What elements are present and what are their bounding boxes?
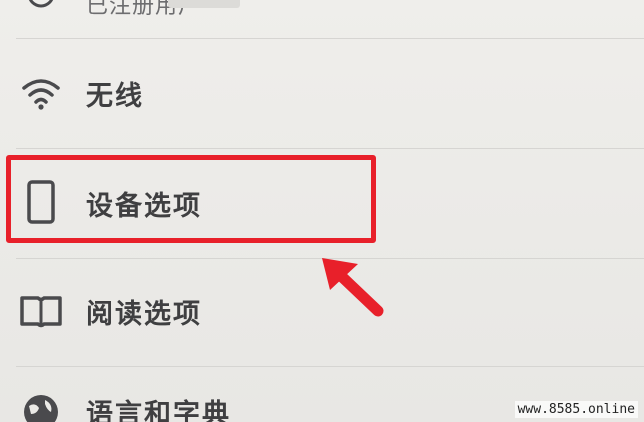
divider	[16, 38, 644, 39]
book-icon	[18, 291, 64, 331]
blurred-username	[168, 0, 240, 8]
divider	[16, 366, 644, 367]
settings-screen: 已注册用户 无线 设备选项 阅读选项 语言和字典 www.8585.online	[0, 0, 644, 422]
divider	[16, 148, 644, 149]
settings-item-label: 无线	[86, 81, 144, 112]
watermark-text: www.8585.online	[514, 401, 638, 418]
red-arrow-icon	[318, 256, 384, 322]
user-icon	[18, 0, 64, 22]
wifi-icon	[18, 73, 64, 113]
globe-icon	[18, 392, 64, 422]
settings-item-label: 阅读选项	[86, 299, 202, 330]
settings-item-wireless[interactable]: 无线	[0, 70, 644, 116]
highlight-box	[6, 155, 376, 243]
settings-item-registered-user[interactable]: 已注册用户	[0, 0, 644, 22]
settings-item-label: 语言和字典	[86, 399, 231, 422]
